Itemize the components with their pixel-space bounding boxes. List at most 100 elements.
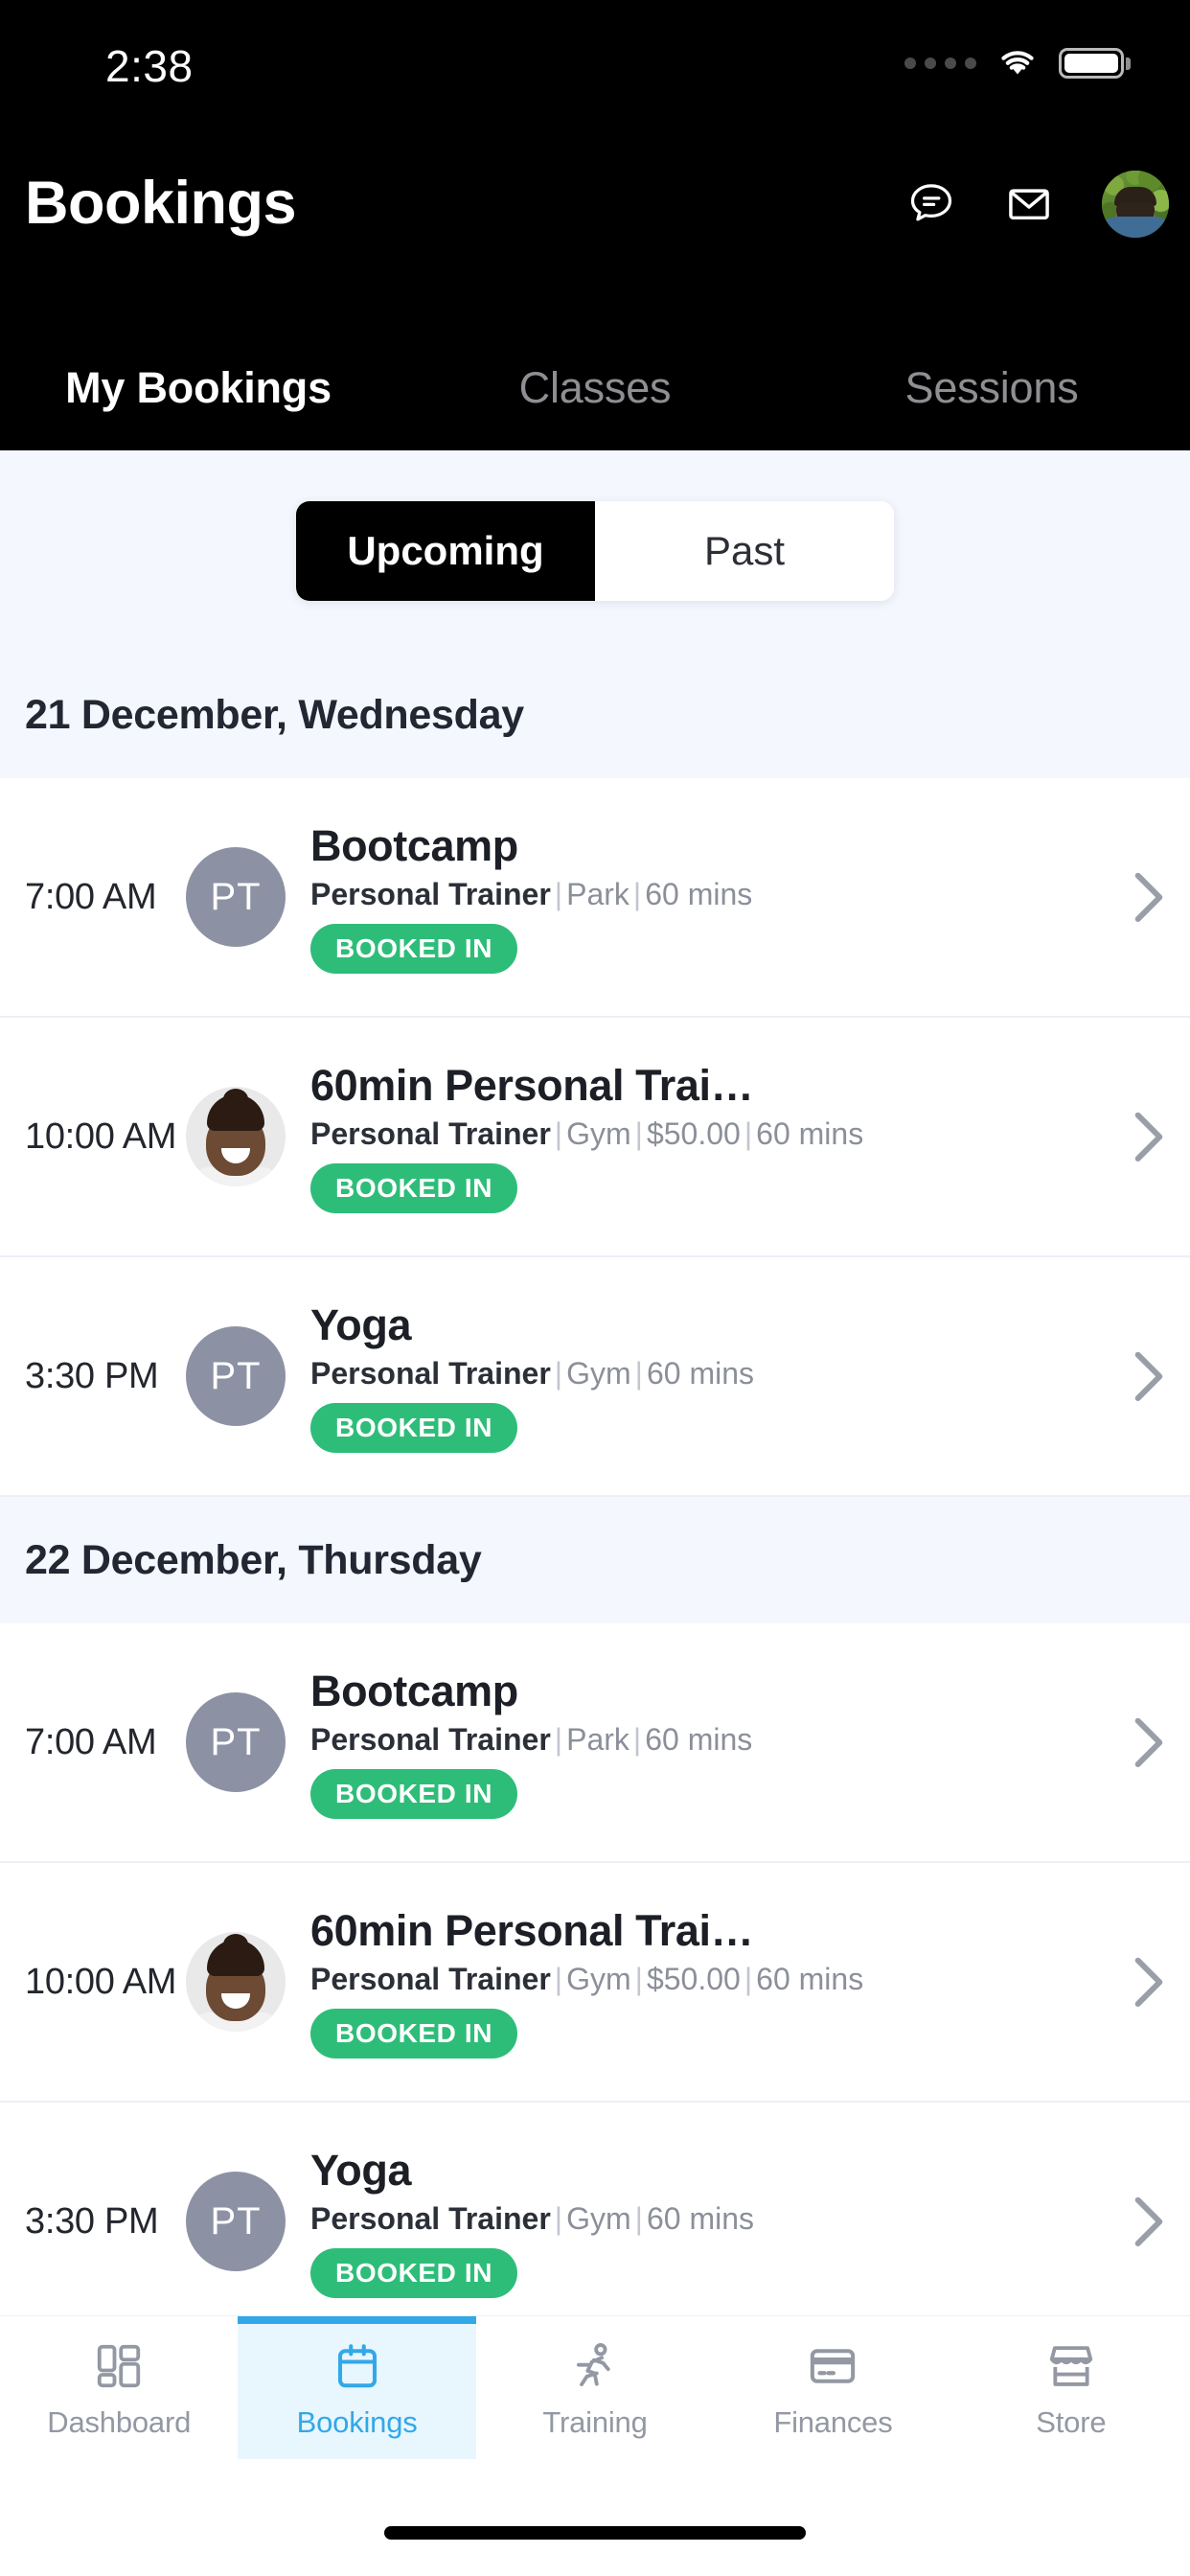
credit-card-icon [807,2336,858,2396]
wifi-icon [1001,51,1034,75]
status-badge: BOOKED IN [310,2247,518,2298]
booking-title: Yoga [310,2145,412,2195]
top-tab-bar: My Bookings Classes Sessions [0,326,1190,450]
booking-details: Bootcamp Personal Trainer | Park | 60 mins B… [310,1667,1133,1819]
booking-role: Personal Trainer [310,2200,551,2236]
chevron-right-icon [1134,872,1163,922]
avatar: PT [186,2172,286,2271]
nav-label: Training [542,2404,648,2439]
tab-classes[interactable]: Classes [397,363,793,413]
booking-price: $50.00 [646,1961,741,1996]
chevron-right-icon [1134,1717,1163,1767]
booking-role: Personal Trainer [310,1721,551,1757]
booking-details: Bootcamp Personal Trainer | Park | 60 mins B… [310,821,1133,974]
avatar [186,1932,286,2032]
booking-title: Yoga [310,1300,412,1349]
chevron-right-icon [1134,2196,1163,2246]
booking-time: 7:00 AM [25,876,157,917]
booking-duration: 60 mins [756,1116,864,1151]
avatar: PT [186,1692,286,1792]
booking-role: Personal Trainer [310,1961,551,1996]
booking-meta: Personal Trainer | Park | 60 mins [310,876,753,911]
status-time: 2:38 [105,41,194,91]
signal-dots-icon [904,58,976,69]
booking-duration: 60 mins [646,2200,754,2236]
day-header: 21 December, Wednesday [0,652,1190,778]
booking-meta: Personal Trainer | Gym | 60 mins [310,1355,754,1391]
booking-price: $50.00 [646,1116,741,1151]
day-header: 22 December, Thursday [0,1497,1190,1623]
booking-location: Gym [566,1961,631,1996]
running-person-icon [569,2336,621,2396]
segmented-control: Upcoming Past [296,501,894,601]
chevron-right-icon [1134,1957,1163,2007]
segmented-control-wrapper: Upcoming Past [0,450,1190,652]
tab-my-bookings[interactable]: My Bookings [0,363,397,413]
status-badge: BOOKED IN [310,923,518,974]
booking-location: Park [566,1721,629,1757]
bookings-list-area: Upcoming Past 21 December, Wednesday 7:0… [0,450,1190,2315]
avatar-initials: PT [210,2199,262,2242]
dashboard-grid-icon [93,2336,145,2396]
nav-item-bookings[interactable]: Bookings [238,2316,477,2459]
status-bar: 2:38 [0,0,1190,144]
table-row[interactable]: 10:00 AM 60min Personal Trai… Personal T… [0,1018,1190,1257]
booking-time: 10:00 AM [25,1961,177,2002]
table-row[interactable]: 10:00 AM 60min Personal Trai… Personal T… [0,1863,1190,2103]
chat-icon[interactable] [906,179,956,229]
booking-meta: Personal Trainer | Park | 60 mins [310,1721,753,1757]
nav-item-training[interactable]: Training [476,2316,714,2459]
booking-meta: Personal Trainer | Gym | $50.00 | 60 mins [310,1116,864,1151]
table-row[interactable]: 7:00 AM PT Bootcamp Personal Trainer | Par… [0,778,1190,1018]
nav-label: Dashboard [47,2404,192,2439]
booking-meta: Personal Trainer | Gym | 60 mins [310,2200,754,2236]
nav-item-dashboard[interactable]: Dashboard [0,2316,238,2459]
status-badge: BOOKED IN [310,1402,518,1453]
status-badge: BOOKED IN [310,2008,518,2058]
booking-duration: 60 mins [646,1355,754,1391]
app-screen: 2:38 Bookings My Bookings Classes Sessio… [0,0,1190,2576]
booking-location: Park [566,876,629,911]
booking-duration: 60 mins [645,876,753,911]
segment-past[interactable]: Past [595,501,894,601]
booking-title: 60min Personal Trai… [310,1905,754,1955]
avatar: PT [186,1326,286,1426]
page-title: Bookings [25,170,297,237]
booking-details: Yoga Personal Trainer | Gym | 60 mins BOOKED… [310,2146,1133,2298]
app-header: Bookings My Bookings Classes Sessions [0,144,1190,450]
nav-label: Bookings [296,2404,418,2439]
booking-details: 60min Personal Trai… Personal Trainer | Gy… [310,1906,1133,2058]
table-row[interactable]: 7:00 AM PT Bootcamp Personal Trainer | Par… [0,1623,1190,1863]
battery-icon [1059,48,1131,79]
booking-duration: 60 mins [756,1961,864,1996]
storefront-icon [1045,2336,1097,2396]
avatar [186,1087,286,1186]
avatar[interactable] [1102,171,1169,238]
booking-duration: 60 mins [645,1721,753,1757]
booking-details: 60min Personal Trai… Personal Trainer | Gy… [310,1061,1133,1213]
segment-upcoming[interactable]: Upcoming [296,501,595,601]
home-indicator[interactable] [384,2526,806,2540]
nav-label: Store [1036,2404,1107,2439]
chevron-right-icon [1134,1351,1163,1401]
table-row[interactable]: 3:30 PM PT Yoga Personal Trainer | Gym | 60 … [0,1257,1190,1497]
booking-role: Personal Trainer [310,1355,551,1391]
table-row[interactable]: 3:30 PM PT Yoga Personal Trainer | Gym | 60 … [0,2103,1190,2315]
booking-time: 3:30 PM [25,2200,159,2242]
booking-meta: Personal Trainer | Gym | $50.00 | 60 mins [310,1961,864,1996]
nav-item-finances[interactable]: Finances [714,2316,951,2459]
booking-time: 3:30 PM [25,1355,159,1396]
booking-location: Gym [566,1116,631,1151]
booking-title: 60min Personal Trai… [310,1060,754,1110]
booking-location: Gym [566,2200,631,2236]
avatar-initials: PT [210,875,262,918]
booking-role: Personal Trainer [310,1116,551,1151]
chevron-right-icon [1134,1112,1163,1162]
calendar-icon [332,2336,383,2396]
status-badge: BOOKED IN [310,1768,518,1819]
tab-sessions[interactable]: Sessions [793,363,1190,413]
mail-icon[interactable] [1004,179,1054,229]
home-indicator-area [0,2459,1190,2576]
booking-title: Bootcamp [310,1666,518,1715]
nav-item-store[interactable]: Store [952,2316,1190,2459]
